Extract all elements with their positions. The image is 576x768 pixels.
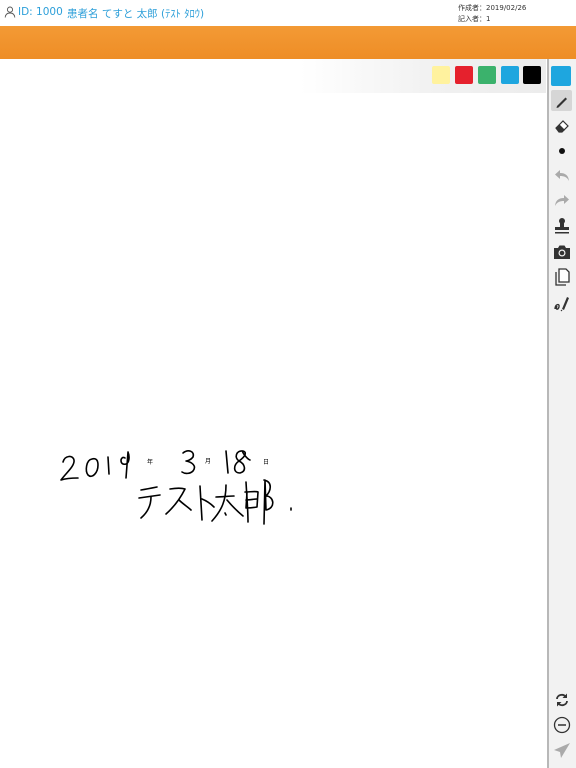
day-unit-label: 日 [263, 459, 269, 466]
year-unit-label: 年 [147, 458, 153, 466]
drawing-canvas[interactable]: 年 月 日 [0, 59, 545, 768]
created-info: 作成者：2019/02/26 [458, 4, 527, 12]
user-icon [4, 6, 16, 18]
header-bar: ID: 1000 患者名 てすと 太郎 (ﾃｽﾄ ﾀﾛｳ) 作成者：2019/0… [0, 0, 576, 26]
handwriting-date [60, 450, 292, 525]
send-icon [553, 742, 570, 758]
redo-icon [554, 194, 569, 206]
pen-icon [556, 97, 567, 108]
line-width-button[interactable] [551, 140, 572, 161]
eraser-tool-button[interactable] [551, 115, 572, 136]
remove-page-button[interactable] [551, 714, 572, 735]
eraser-icon [554, 119, 569, 133]
copy-page-button[interactable] [551, 266, 572, 287]
stamp-tool-button[interactable] [551, 215, 572, 236]
copy-page-icon [554, 267, 570, 286]
signature-icon [553, 296, 569, 311]
dot-size-icon [558, 147, 565, 154]
send-button[interactable] [551, 740, 572, 761]
signature-button[interactable] [551, 292, 572, 313]
remove-icon [553, 716, 570, 733]
refresh-icon [555, 693, 568, 706]
refresh-button[interactable] [551, 689, 572, 710]
redo-button[interactable] [551, 189, 572, 210]
writer-info: 記入者：1 [458, 15, 491, 23]
undo-icon [554, 169, 569, 181]
patient-name: 患者名 てすと 太郎 (ﾃｽﾄ ﾀﾛｳ) [67, 8, 205, 20]
undo-button[interactable] [551, 164, 572, 185]
pen-tool-button[interactable] [551, 90, 572, 111]
stamp-icon [554, 217, 569, 233]
camera-button[interactable] [551, 241, 572, 262]
patient-id: ID: 1000 [18, 6, 63, 18]
camera-icon [553, 245, 570, 259]
current-color-swatch[interactable] [551, 66, 571, 86]
month-unit-label: 月 [205, 458, 211, 465]
title-bar [0, 26, 576, 59]
